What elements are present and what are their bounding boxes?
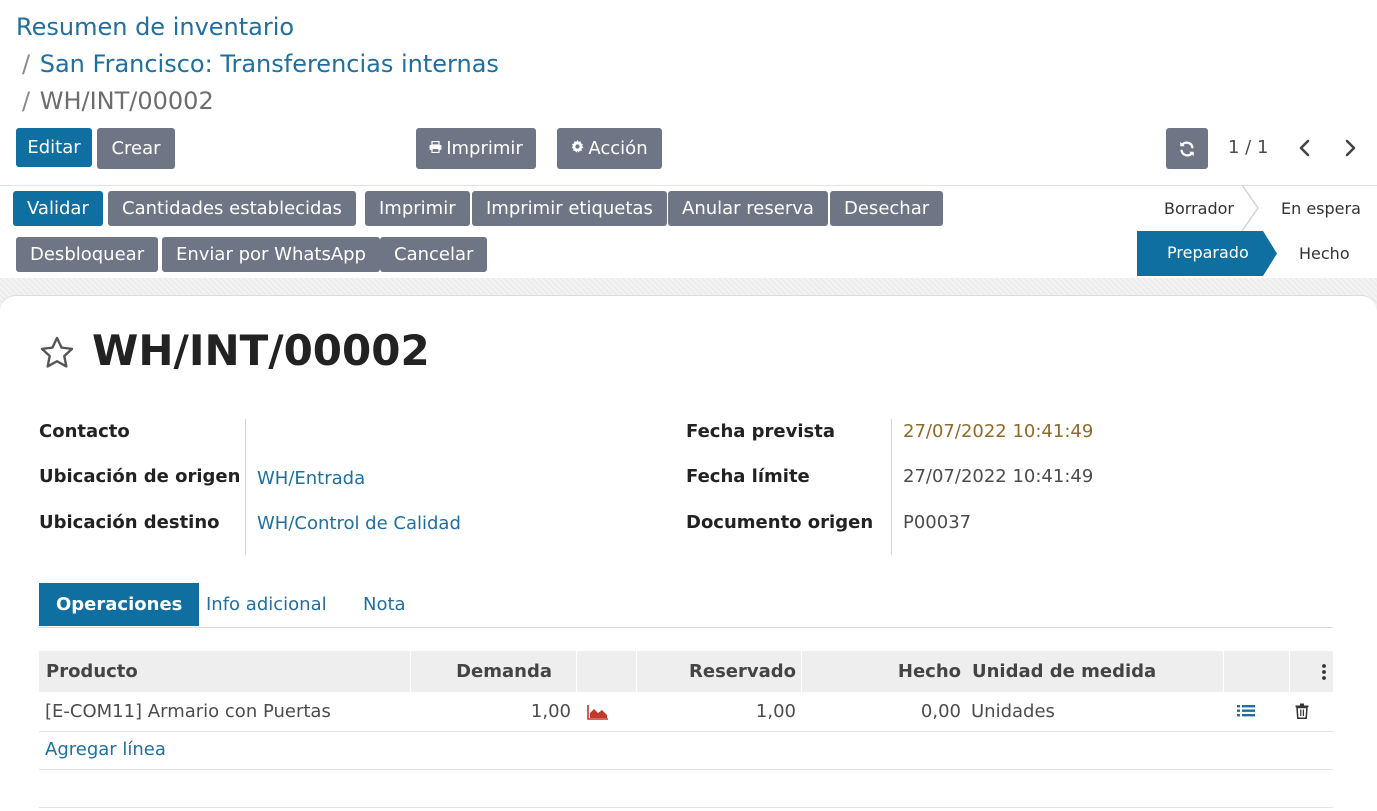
record-title: WH/INT/00002 bbox=[92, 326, 430, 375]
print-status-button[interactable]: Imprimir bbox=[365, 191, 470, 226]
breadcrumb-current-record: / WH/INT/00002 bbox=[22, 86, 214, 116]
refresh-icon bbox=[1178, 140, 1196, 158]
kebab-menu-icon[interactable] bbox=[1317, 662, 1331, 682]
trash-icon[interactable] bbox=[1295, 703, 1309, 719]
column-header-reserved[interactable]: Reservado bbox=[636, 651, 796, 692]
star-icon[interactable] bbox=[38, 334, 76, 372]
unreserve-button[interactable]: Anular reserva bbox=[668, 191, 828, 226]
column-divider bbox=[576, 651, 577, 692]
scrap-button[interactable]: Desechar bbox=[830, 191, 944, 226]
breadcrumb-separator: / bbox=[22, 87, 31, 115]
empty-table-row bbox=[39, 770, 1333, 808]
column-header-uom[interactable]: Unidad de medida bbox=[972, 651, 1156, 692]
tab-operations[interactable]: Operaciones bbox=[39, 583, 200, 626]
stage-waiting[interactable]: En espera bbox=[1281, 199, 1361, 218]
deadline-value[interactable]: 27/07/2022 10:41:49 bbox=[903, 466, 1093, 487]
chevron-left-icon[interactable] bbox=[1293, 136, 1317, 160]
source-location-link[interactable]: WH/Entrada bbox=[257, 468, 365, 489]
print-button-label: Imprimir bbox=[446, 138, 523, 159]
set-quantities-button[interactable]: Cantidades establecidas bbox=[108, 191, 356, 226]
stage-ready-label: Preparado bbox=[1167, 243, 1249, 262]
destination-location-label: Ubicación destino bbox=[39, 512, 220, 533]
source-document-label: Documento origen bbox=[686, 512, 874, 533]
area-chart-icon[interactable] bbox=[587, 704, 609, 720]
scheduled-date-value[interactable]: 27/07/2022 10:41:49 bbox=[903, 421, 1093, 442]
control-panel: Resumen de inventario / San Francisco: T… bbox=[0, 0, 1377, 185]
column-header-product[interactable]: Producto bbox=[46, 651, 138, 692]
source-document-value[interactable]: P00037 bbox=[903, 512, 971, 533]
refresh-button[interactable] bbox=[1166, 128, 1208, 169]
print-labels-button[interactable]: Imprimir etiquetas bbox=[472, 191, 667, 226]
breadcrumb-label: Resumen de inventario bbox=[16, 13, 295, 41]
stage-draft[interactable]: Borrador bbox=[1164, 199, 1234, 218]
column-divider bbox=[1289, 651, 1290, 692]
print-button[interactable]: Imprimir bbox=[416, 128, 536, 169]
action-button[interactable]: Acción bbox=[557, 128, 662, 169]
source-location-label: Ubicación de origen bbox=[39, 466, 241, 487]
breadcrumb-separator: / bbox=[22, 50, 31, 78]
cell-product[interactable]: [E-COM11] Armario con Puertas bbox=[45, 692, 331, 732]
chevron-right-icon[interactable] bbox=[1338, 136, 1362, 160]
cell-demand[interactable]: 1,00 bbox=[410, 692, 571, 732]
stage-done[interactable]: Hecho bbox=[1299, 244, 1350, 263]
table-row[interactable]: [E-COM11] Armario con Puertas 1,00 1,00 … bbox=[39, 692, 1333, 732]
right-field-divider bbox=[891, 419, 892, 555]
unlock-button[interactable]: Desbloquear bbox=[16, 237, 159, 272]
stage-ready[interactable]: Preparado bbox=[1137, 231, 1277, 276]
column-header-done[interactable]: Hecho bbox=[801, 651, 961, 692]
validate-button[interactable]: Validar bbox=[13, 191, 103, 226]
create-button[interactable]: Crear bbox=[97, 128, 175, 169]
breadcrumb-label: WH/INT/00002 bbox=[39, 87, 214, 115]
destination-location-link[interactable]: WH/Control de Calidad bbox=[257, 513, 461, 534]
printer-icon bbox=[429, 129, 442, 170]
column-divider bbox=[1223, 651, 1224, 692]
list-icon[interactable] bbox=[1237, 704, 1255, 720]
cell-reserved[interactable]: 1,00 bbox=[636, 692, 796, 732]
stage-chevron-divider bbox=[1240, 184, 1260, 232]
cell-uom[interactable]: Unidades bbox=[971, 692, 1055, 732]
scheduled-date-label: Fecha prevista bbox=[686, 421, 836, 442]
breadcrumb-inventory-overview[interactable]: Resumen de inventario bbox=[16, 12, 294, 42]
pager-value[interactable]: 1 / 1 bbox=[1228, 137, 1268, 158]
deadline-label: Fecha límite bbox=[686, 466, 810, 487]
tab-note[interactable]: Nota bbox=[346, 583, 423, 626]
breadcrumb-label: San Francisco: Transferencias internas bbox=[39, 50, 499, 78]
action-button-label: Acción bbox=[588, 138, 648, 159]
left-field-divider bbox=[245, 419, 246, 555]
tab-additional-info[interactable]: Info adicional bbox=[189, 583, 344, 626]
add-line-row: Agregar línea bbox=[39, 732, 1333, 770]
send-whatsapp-button[interactable]: Enviar por WhatsApp bbox=[162, 237, 380, 272]
column-header-demand[interactable]: Demanda bbox=[410, 651, 552, 692]
tabs-divider bbox=[39, 627, 1333, 628]
operations-table-header: Producto Demanda Reservado Hecho Unidad … bbox=[39, 651, 1333, 692]
cancel-button[interactable]: Cancelar bbox=[380, 237, 488, 272]
breadcrumb-internal-transfers[interactable]: / San Francisco: Transferencias internas bbox=[22, 49, 499, 79]
cell-done[interactable]: 0,00 bbox=[801, 692, 961, 732]
add-line-link[interactable]: Agregar línea bbox=[45, 732, 166, 768]
gear-icon bbox=[571, 129, 584, 170]
edit-button[interactable]: Editar bbox=[16, 128, 92, 167]
contact-label: Contacto bbox=[39, 421, 130, 442]
